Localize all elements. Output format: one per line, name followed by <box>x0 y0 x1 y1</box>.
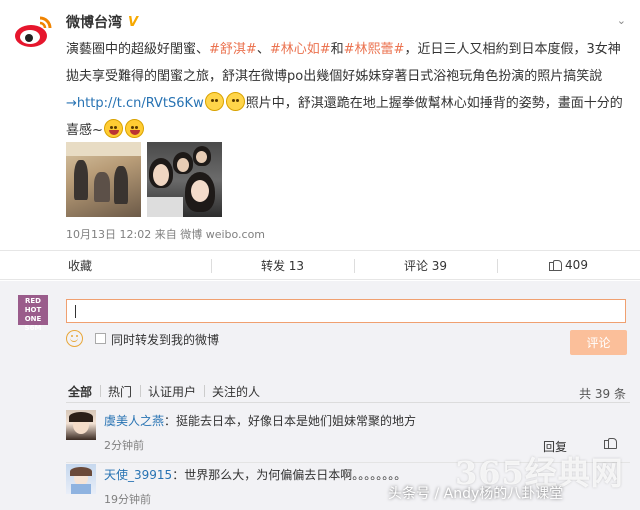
like-count: 409 <box>565 258 588 272</box>
favorite-label: 收藏 <box>68 258 93 273</box>
divider <box>66 402 630 403</box>
post-source[interactable]: 来自 微博 weibo.com <box>155 228 265 241</box>
weibo-logo-avatar[interactable] <box>12 10 54 52</box>
post-text: 演藝圈中的超級好閨蜜、#舒淇#、#林心如#和#林熙蕾#，近日三人又相約到日本度假… <box>66 36 632 144</box>
comment-time: 19分钟前 <box>104 493 151 506</box>
commenter-avatar[interactable] <box>66 410 96 440</box>
source-caption: 头条号 / Andy杨的八卦课堂 <box>388 486 564 502</box>
yawn-emoji-icon <box>204 92 224 111</box>
comment-body: ：世界那么大，为何偏偏去日本啊。。。。。。。。 <box>172 468 407 482</box>
submit-comment-button[interactable]: 评论 <box>570 330 627 355</box>
filter-tab-following[interactable]: 关注的人 <box>204 383 268 400</box>
current-user-avatar[interactable]: RED HOT ONE S6M <box>18 295 48 332</box>
text-caret <box>75 305 76 318</box>
post-author[interactable]: 微博台湾 V <box>66 12 138 32</box>
comment-button[interactable]: 评论 39 <box>354 251 497 279</box>
filter-tab-all[interactable]: 全部 <box>66 383 100 400</box>
verified-badge-icon: V <box>128 14 139 30</box>
post-text-segment: 、 <box>256 42 270 57</box>
comment-label: 评论 39 <box>403 258 448 273</box>
comment-body: ：挺能去日本，好像日本是她们姐妹常聚的地方 <box>164 414 417 428</box>
hashtag-link[interactable]: #舒淇# <box>209 42 257 57</box>
laugh-emoji-icon <box>103 119 123 138</box>
like-button[interactable]: 409 <box>497 251 640 279</box>
post-text-segment: 和 <box>330 42 344 57</box>
post-actions: 收藏 转发 13 评论 39 409 <box>0 250 640 280</box>
commenter-name[interactable]: 天使_39915 <box>104 468 172 482</box>
post-link[interactable]: →http://t.cn/RVtS6Kw <box>66 96 204 111</box>
comment-section: RED HOT ONE S6M 同时转发到我的微博 评论 全部 热门 认证用户 关注… <box>0 281 640 510</box>
repost-label: 转发 13 <box>260 258 305 273</box>
also-repost-checkbox[interactable] <box>95 333 106 344</box>
post-photos <box>66 142 222 217</box>
comment-input[interactable] <box>66 299 626 323</box>
hashtag-link[interactable]: #林熙蕾# <box>344 42 405 57</box>
post-photo-1[interactable] <box>66 142 141 217</box>
hashtag-link[interactable]: #林心如# <box>270 42 331 57</box>
comment-total: 共 39 条 <box>579 387 626 401</box>
favorite-button[interactable]: 收藏 <box>0 251 211 279</box>
filter-tab-verified[interactable]: 认证用户 <box>140 383 204 400</box>
emoji-picker-icon[interactable] <box>66 330 83 347</box>
filter-tab-hot[interactable]: 热门 <box>100 383 140 400</box>
post-text-segment: 演藝圈中的超級好閨蜜、 <box>66 42 210 57</box>
author-name[interactable]: 微博台湾 <box>66 12 122 32</box>
yawn-emoji-icon <box>225 92 245 111</box>
commenter-name[interactable]: 虞美人之燕 <box>104 414 164 428</box>
post-photo-2[interactable] <box>147 142 222 217</box>
comment-filters: 全部 热门 认证用户 关注的人 <box>66 383 268 400</box>
commenter-avatar[interactable] <box>66 464 96 494</box>
post-timestamp[interactable]: 10月13日 12:02 <box>66 228 151 241</box>
laugh-emoji-icon <box>124 119 144 138</box>
comment-time: 2分钟前 <box>104 439 144 452</box>
post-meta: 10月13日 12:02 来自 微博 weibo.com <box>66 226 265 242</box>
weibo-post: 微博台湾 V ⌄ 演藝圈中的超級好閨蜜、#舒淇#、#林心如#和#林熙蕾#，近日三… <box>0 0 640 245</box>
repost-button[interactable]: 转发 13 <box>211 251 354 279</box>
chevron-down-icon[interactable]: ⌄ <box>617 14 626 27</box>
comment-text: 虞美人之燕：挺能去日本，好像日本是她们姐妹常聚的地方 <box>104 412 416 429</box>
thumbs-up-icon <box>549 259 563 271</box>
also-repost-label[interactable]: 同时转发到我的微博 <box>111 331 219 348</box>
comment-text: 天使_39915：世界那么大，为何偏偏去日本啊。。。。。。。。 <box>104 466 406 483</box>
